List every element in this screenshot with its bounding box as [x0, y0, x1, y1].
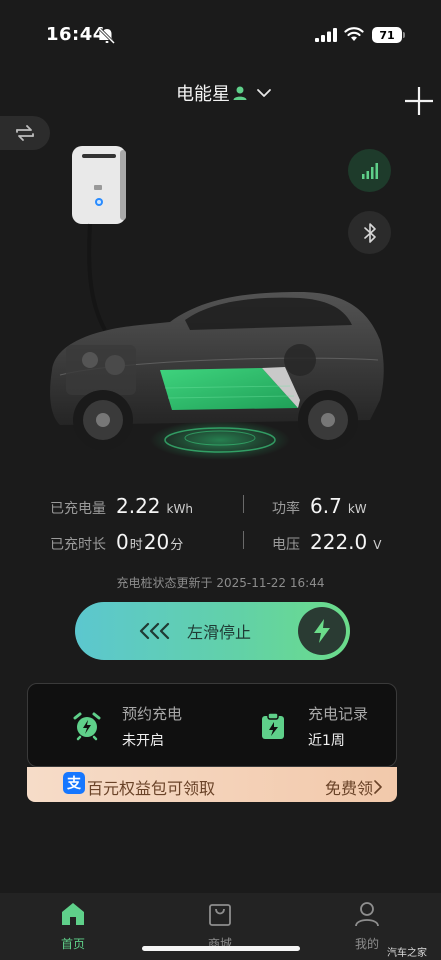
lightning-icon [314, 619, 330, 643]
clipboard-record-icon [262, 712, 284, 739]
add-device-button[interactable] [403, 85, 435, 117]
charging-records-button[interactable]: 充电记录 近1周 [258, 684, 368, 768]
left-arrows-icon [139, 622, 170, 640]
promo-text: 百元权益包可领取 [87, 779, 216, 798]
tab-profile-label: 我的 [354, 937, 379, 951]
charging-records-range: 近1周 [308, 732, 345, 749]
shopping-bag-icon [209, 904, 231, 926]
slider-handle[interactable] [298, 607, 346, 655]
charged-energy-stat: 已充电量 2.22 kWh [50, 494, 193, 518]
power-label: 功率 [272, 501, 300, 517]
scheduled-charging-title: 预约充电 [122, 704, 183, 723]
charger-status-update: 充电桩状态更新于 2025-11-22 16:44 [116, 576, 325, 590]
power-value: 6.7 [310, 494, 342, 518]
wall-charger [72, 146, 126, 331]
bell-muted-icon [98, 27, 116, 45]
slide-to-stop-label: 左滑停止 [187, 623, 252, 642]
cellular-signal-icon [315, 28, 337, 42]
promo-banner[interactable]: 支 百元权益包可领取 免费领 [27, 767, 397, 802]
chevron-down-icon [257, 89, 271, 97]
promo-claim-label: 免费领 [325, 779, 374, 798]
chevron-right-icon [374, 780, 382, 794]
wifi-icon [344, 27, 364, 41]
device-selector[interactable]: 电能星 [176, 81, 272, 105]
tab-shop[interactable]: 商城 [190, 901, 250, 952]
stat-divider [243, 495, 244, 513]
status-time: 16:44 [46, 24, 106, 45]
voltage-unit: V [373, 538, 382, 552]
duration-hours-unit: 时 [129, 538, 143, 553]
promo-claim-button[interactable]: 免费领 [325, 775, 383, 799]
duration-minutes-unit: 分 [170, 538, 184, 553]
user-icon [233, 86, 247, 100]
home-indicator[interactable] [142, 946, 300, 951]
profile-icon [355, 902, 379, 927]
tab-home-label: 首页 [60, 937, 85, 951]
alipay-icon: 支 [63, 772, 85, 794]
battery-indicator: 71 [372, 27, 402, 43]
charge-duration-stat: 已充时长 0 时 20 分 [50, 530, 184, 554]
scheduled-charging-button[interactable]: 预约充电 未开启 [72, 684, 182, 768]
charged-energy-unit: kWh [166, 502, 193, 516]
charge-duration-value: 0 时 20 分 [116, 530, 184, 554]
device-name: 电能星 [176, 84, 230, 105]
charged-energy-label: 已充电量 [50, 501, 106, 517]
duration-minutes: 20 [143, 530, 170, 554]
home-icon [62, 903, 84, 925]
car-charging-illustration [50, 146, 384, 460]
charging-options-card: 预约充电 未开启 充电记录 近1周 [27, 683, 397, 767]
tab-home[interactable]: 首页 [43, 901, 103, 952]
status-bar: 16:44 71 [0, 0, 441, 64]
power-stat: 功率 6.7 kW [272, 494, 367, 518]
scheduled-charging-status: 未开启 [122, 732, 164, 749]
alarm-clock-icon [73, 712, 101, 741]
voltage-value: 222.0 [310, 530, 368, 554]
duration-hours: 0 [116, 530, 129, 554]
stat-divider [243, 531, 244, 549]
watermark: 汽车之家 [387, 948, 427, 959]
charged-energy-value: 2.22 [116, 494, 161, 518]
voltage-label: 电压 [272, 537, 300, 553]
charge-duration-label: 已充时长 [50, 537, 106, 553]
power-unit: kW [347, 502, 367, 516]
charging-records-title: 充电记录 [308, 704, 369, 723]
battery-tip [403, 32, 405, 38]
voltage-stat: 电压 222.0 V [272, 530, 381, 554]
